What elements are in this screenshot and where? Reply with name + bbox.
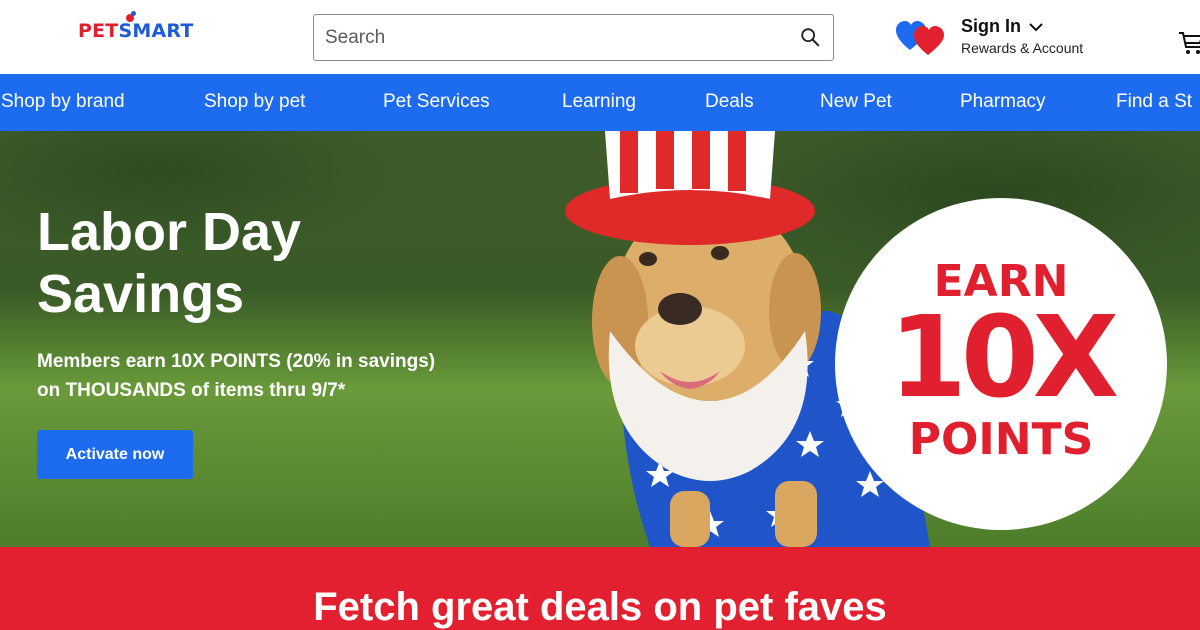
logo-dot-small-icon	[131, 11, 136, 16]
hero-subtitle-line2: on THOUSANDS of items thru 9/7*	[37, 380, 346, 401]
search-icon[interactable]	[799, 26, 821, 48]
sign-in-menu[interactable]: Sign In Rewards & Account	[961, 16, 1083, 56]
nav-pet-services[interactable]: Pet Services	[383, 91, 490, 113]
hearts-icon	[896, 21, 944, 55]
logo-text-pet: PET	[78, 20, 119, 42]
nav-learning[interactable]: Learning	[562, 91, 636, 113]
nav-new-pet[interactable]: New Pet	[820, 91, 892, 113]
logo-text-smart: SMART	[118, 20, 194, 42]
cart-icon[interactable]	[1178, 30, 1200, 56]
nav-shop-by-brand[interactable]: Shop by brand	[1, 91, 125, 113]
nav-deals[interactable]: Deals	[705, 91, 754, 113]
nav-shop-by-pet[interactable]: Shop by pet	[204, 91, 305, 113]
rewards-account-label: Rewards & Account	[961, 40, 1084, 56]
sign-in-label: Sign In	[961, 16, 1021, 36]
nav-pharmacy[interactable]: Pharmacy	[960, 91, 1046, 113]
hero-title: Labor Day Savings	[37, 201, 301, 325]
search-box[interactable]	[313, 14, 834, 61]
deals-banner-heading: Fetch great deals on pet faves	[313, 585, 887, 629]
nav-find-a-store[interactable]: Find a St	[1116, 91, 1192, 113]
hero-title-line2: Savings	[37, 264, 245, 324]
hero-subtitle-line1: Members earn 10X POINTS (20% in savings)	[37, 351, 436, 372]
earn-10x-points-badge: EARN 10X POINTS	[835, 198, 1167, 530]
badge-10x: 10X	[888, 293, 1119, 423]
hero-title-line1: Labor Day	[37, 202, 302, 262]
hero-subtitle: Members earn 10X POINTS (20% in savings)…	[37, 347, 435, 405]
badge-points: POINTS	[908, 414, 1094, 465]
petsmart-logo[interactable]: PETSMART	[78, 11, 194, 42]
sign-in-title-row: Sign In	[961, 16, 1083, 37]
site-header: PETSMART Sign In Rewards & Account	[0, 0, 1200, 74]
chevron-down-icon	[1029, 22, 1043, 31]
search-input[interactable]	[314, 15, 774, 60]
activate-now-button[interactable]: Activate now	[37, 430, 193, 479]
hero-banner[interactable]: Labor Day Savings Members earn 10X POINT…	[0, 131, 1200, 547]
main-nav: Shop by brand Shop by pet Pet Services L…	[0, 74, 1200, 131]
deals-banner: Fetch great deals on pet faves	[0, 547, 1200, 630]
